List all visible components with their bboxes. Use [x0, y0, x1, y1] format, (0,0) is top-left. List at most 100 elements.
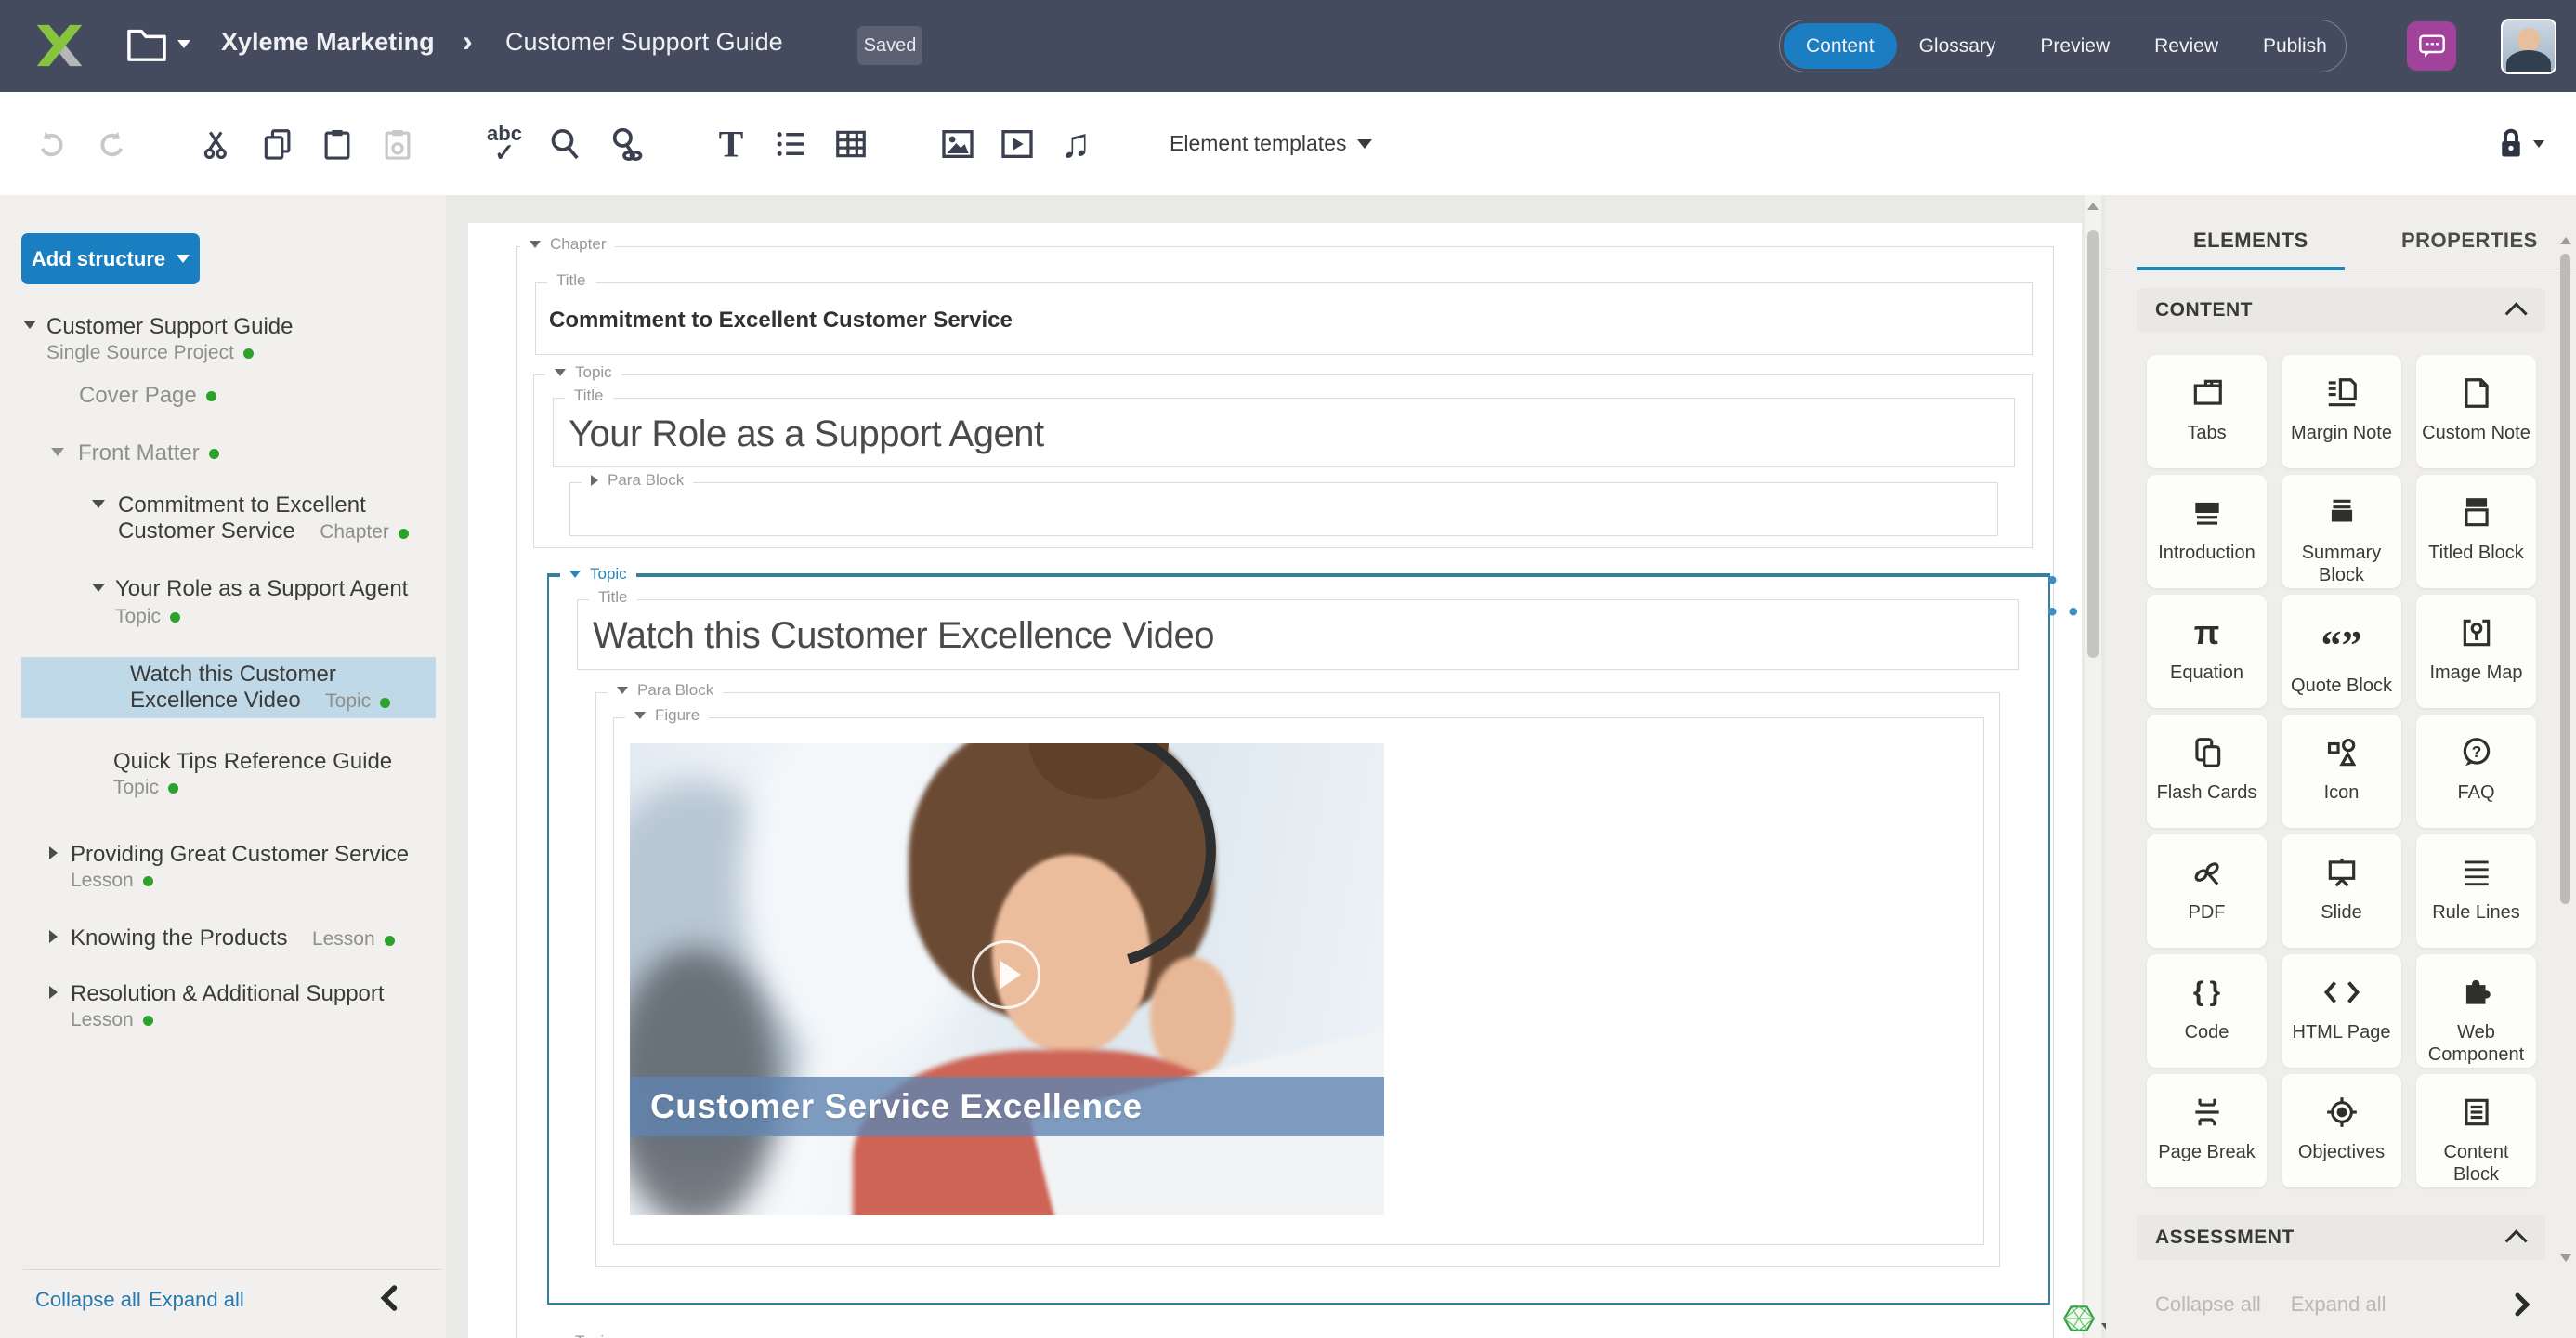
chapter-title-text[interactable]: Commitment to Excellent Customer Service — [549, 308, 1013, 334]
card-slide[interactable]: Slide — [2282, 834, 2401, 948]
video-thumbnail[interactable]: Customer Service Excellence — [630, 743, 1384, 1215]
audio-icon[interactable]: ♫ — [1061, 121, 1092, 167]
collapse-toggle-icon[interactable] — [92, 584, 105, 592]
card-introduction[interactable]: Introduction — [2147, 475, 2267, 588]
card-icon[interactable]: Icon — [2282, 715, 2401, 828]
card-image-map[interactable]: Image Map — [2416, 595, 2536, 708]
table-icon[interactable] — [833, 126, 869, 162]
chapter-element[interactable]: Chapter Title Commitment to Excellent Cu… — [516, 246, 2054, 1338]
canvas-scrollbar[interactable] — [2085, 195, 2101, 1338]
topic-title-field[interactable]: Title Watch this Customer Excellence Vid… — [577, 599, 2019, 670]
card-faq[interactable]: ? FAQ — [2416, 715, 2536, 828]
topic-title-text[interactable]: Watch this Customer Excellence Video — [593, 615, 1214, 657]
card-custom-note[interactable]: Custom Note — [2416, 355, 2536, 468]
user-avatar[interactable] — [2501, 19, 2556, 74]
undo-icon[interactable] — [34, 126, 70, 162]
tab-preview[interactable]: Preview — [2018, 23, 2132, 69]
play-overlay-icon[interactable] — [972, 940, 1040, 1009]
card-pdf[interactable]: PDF — [2147, 834, 2267, 948]
element-templates-dropdown[interactable]: Element templates — [1170, 92, 1372, 195]
expand-panel-icon[interactable] — [2513, 1292, 2531, 1318]
card-margin-note[interactable]: Margin Note — [2282, 355, 2401, 468]
card-content-block[interactable]: Content Block — [2416, 1074, 2536, 1187]
lock-dropdown[interactable] — [2494, 125, 2544, 163]
card-page-break[interactable]: Page Break — [2147, 1074, 2267, 1187]
card-tabs[interactable]: Tabs — [2147, 355, 2267, 468]
para-block-legend[interactable]: Para Block — [582, 471, 693, 490]
topic-element-your-role[interactable]: Topic Title Your Role as a Support Agent… — [533, 374, 2033, 548]
more-options-icon[interactable]: • • • — [2047, 565, 2082, 628]
card-quote-block[interactable]: “” Quote Block — [2282, 595, 2401, 708]
topic-legend[interactable]: Topic — [545, 363, 621, 382]
topic-legend[interactable]: Topic — [560, 565, 636, 584]
card-flash-cards[interactable]: Flash Cards — [2147, 715, 2267, 828]
collapse-toggle-icon[interactable] — [92, 500, 105, 508]
panel-collapse-all-link[interactable]: Collapse all — [2155, 1292, 2261, 1317]
scroll-down-icon[interactable] — [2560, 1254, 2571, 1262]
content-section-header[interactable]: CONTENT — [2137, 288, 2545, 333]
card-code[interactable]: { } Code — [2147, 954, 2267, 1068]
tab-review[interactable]: Review — [2132, 23, 2241, 69]
scrollbar-thumb[interactable] — [2087, 230, 2099, 658]
panel-expand-all-link[interactable]: Expand all — [2291, 1292, 2386, 1317]
paste-special-icon[interactable] — [380, 126, 415, 162]
chapter-legend[interactable]: Chapter — [520, 235, 615, 254]
add-structure-button[interactable]: Add structure — [21, 233, 200, 284]
topic-title-field[interactable]: Title Your Role as a Support Agent — [553, 398, 2015, 467]
elements-panel: ELEMENTS PROPERTIES CONTENT Tabs Margin … — [2106, 195, 2576, 1338]
card-html-page[interactable]: HTML Page — [2282, 954, 2401, 1068]
image-icon[interactable] — [939, 125, 976, 163]
expand-toggle-icon[interactable] — [49, 930, 58, 943]
expand-toggle-icon[interactable] — [49, 986, 58, 999]
chevron-down-icon — [2533, 140, 2544, 148]
search-link-icon[interactable] — [606, 125, 643, 163]
redo-icon[interactable] — [94, 126, 129, 162]
collapse-sidebar-icon[interactable] — [379, 1284, 399, 1312]
figure-element[interactable]: Figure — [613, 717, 1984, 1245]
card-rule-lines[interactable]: Rule Lines — [2416, 834, 2536, 948]
para-block-expanded[interactable]: Para Block Figure — [595, 692, 2000, 1267]
paste-icon[interactable] — [320, 126, 355, 162]
chapter-title-field[interactable]: Title Commitment to Excellent Customer S… — [535, 282, 2033, 355]
para-block-legend[interactable]: Para Block — [608, 681, 723, 700]
collapse-all-link[interactable]: Collapse all — [35, 1288, 141, 1312]
panel-scrollbar[interactable] — [2559, 237, 2572, 1268]
card-titled-block[interactable]: Titled Block — [2416, 475, 2536, 588]
para-block-collapsed[interactable]: Para Block — [569, 482, 1998, 536]
scrollbar-thumb[interactable] — [2560, 254, 2570, 904]
folder-menu-button[interactable] — [125, 24, 190, 63]
breadcrumb-project[interactable]: Xyleme Marketing — [221, 28, 435, 57]
video-icon[interactable] — [999, 125, 1036, 163]
tab-content[interactable]: Content — [1784, 23, 1897, 69]
tab-glossary[interactable]: Glossary — [1897, 23, 2019, 69]
scroll-up-icon[interactable] — [2560, 237, 2571, 244]
expand-toggle-icon[interactable] — [49, 846, 58, 859]
collapse-toggle-icon[interactable] — [23, 321, 36, 329]
bullet-list-icon[interactable] — [773, 126, 808, 162]
figure-legend[interactable]: Figure — [625, 706, 709, 725]
tab-elements[interactable]: ELEMENTS — [2193, 229, 2308, 253]
xyleme-logo[interactable] — [31, 8, 88, 83]
search-icon[interactable] — [546, 125, 583, 163]
tab-properties[interactable]: PROPERTIES — [2401, 229, 2538, 253]
card-equation[interactable]: π Equation — [2147, 595, 2267, 708]
valid-xml-hexagon-icon[interactable] — [2062, 1303, 2096, 1334]
card-summary-block[interactable]: Summary Block — [2282, 475, 2401, 588]
expand-all-link[interactable]: Expand all — [149, 1288, 244, 1312]
spellcheck-icon[interactable]: abc ✓ — [487, 124, 522, 164]
collapse-toggle-icon[interactable] — [51, 448, 64, 456]
text-icon[interactable]: T — [719, 122, 744, 165]
collapse-icon — [530, 241, 541, 248]
card-objectives[interactable]: Objectives — [2282, 1074, 2401, 1187]
topic-legend[interactable]: Topic — [545, 1332, 621, 1338]
card-web-component[interactable]: Web Component — [2416, 954, 2536, 1068]
video-caption-text: Customer Service Excellence — [650, 1087, 1143, 1126]
topic-element-watch-video-selected[interactable]: Topic Title Watch this Customer Excellen… — [547, 573, 2050, 1305]
tab-publish[interactable]: Publish — [2241, 23, 2349, 69]
assessment-section-header[interactable]: ASSESSMENT — [2137, 1215, 2545, 1260]
comments-button[interactable] — [2407, 21, 2456, 71]
scroll-up-icon[interactable] — [2087, 203, 2099, 210]
copy-icon[interactable] — [260, 126, 295, 162]
topic-title-text[interactable]: Your Role as a Support Agent — [569, 413, 1044, 455]
cut-icon[interactable] — [201, 126, 236, 162]
